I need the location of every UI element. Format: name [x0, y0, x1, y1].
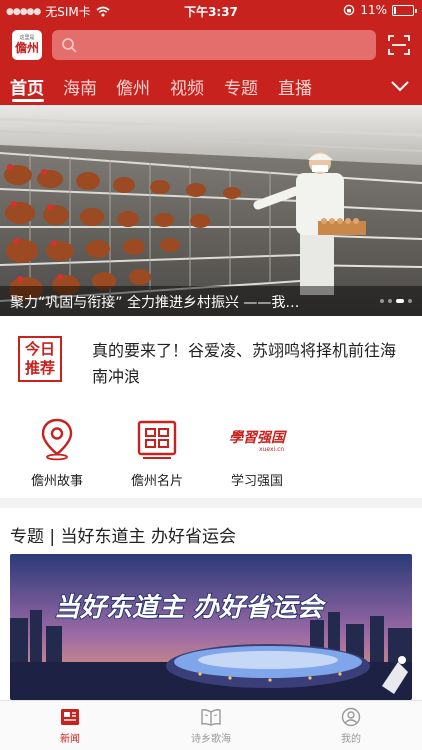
bottom-nav: 新闻 诗乡歌海 我的 [0, 700, 422, 750]
tab-home[interactable]: 首页 [10, 74, 44, 99]
section-divider [0, 498, 422, 508]
pager-dot[interactable] [408, 299, 412, 303]
tab-topics[interactable]: 专题 [224, 74, 258, 99]
banner-pager [380, 299, 412, 303]
pager-dot[interactable] [380, 299, 384, 303]
profile-icon [341, 707, 361, 727]
pager-dot[interactable] [396, 299, 404, 303]
rotation-lock-icon [344, 4, 355, 16]
banner-carousel[interactable]: 聚力“巩固与衔接” 全力推进乡村振兴 ——我… [0, 105, 422, 316]
nav-profile[interactable]: 我的 [301, 707, 401, 745]
banner-caption-bar: 聚力“巩固与衔接” 全力推进乡村振兴 ——我… [0, 286, 422, 316]
open-book-icon [201, 709, 221, 726]
tab-live[interactable]: 直播 [278, 74, 312, 99]
topic-title[interactable]: 专题 | 当好东道主 办好省运会 [10, 522, 236, 547]
logo-big-text: 儋州 [14, 41, 39, 55]
tab-video[interactable]: 视频 [170, 74, 204, 99]
badge-line-1: 今日 [24, 340, 55, 358]
shortcut-label: 儋州故事 [30, 474, 83, 489]
xuexi-qiangguo-logo: 學習强国 xuexi.cn [229, 430, 287, 453]
nav-label: 新闻 [60, 734, 80, 745]
newspaper-icon [61, 709, 79, 725]
badge-line-2: 推荐 [24, 359, 55, 377]
shortcut-label: 学习强国 [230, 474, 283, 489]
active-tab-indicator [12, 99, 44, 102]
recommend-headline[interactable]: 真的要来了！谷爱凌、苏翊鸣将择机前往海南冲浪 [92, 338, 410, 390]
battery-icon [392, 4, 417, 16]
shortcut-danzhou-card[interactable]: 儋州名片 [112, 416, 202, 489]
search-icon [62, 38, 77, 53]
card-grid-icon [137, 420, 177, 459]
channel-tabs: 首页 海南 儋州 视频 专题 直播 [0, 70, 422, 104]
daily-recommend-badge: 今日 推荐 [18, 336, 62, 382]
topic-banner[interactable]: 当好东道主 办好省运会 [10, 554, 412, 700]
daily-recommend[interactable]: 今日 推荐 真的要来了！谷爱凌、苏翊鸣将择机前往海南冲浪 [0, 316, 422, 398]
battery-percent: 11% [360, 3, 387, 17]
svg-text:學習强国: 學習强国 [229, 430, 287, 446]
nav-label: 我的 [341, 734, 361, 745]
shortcut-grid: 儋州故事 儋州名片 學習强国 xuexi.cn 学习强国 [0, 398, 422, 498]
shortcut-label: 儋州名片 [130, 474, 183, 489]
tab-hainan[interactable]: 海南 [63, 74, 97, 99]
banner-image [0, 105, 422, 316]
scan-icon[interactable] [388, 34, 410, 56]
header: ●●●●● 无SIM卡 下午3:37 11% 这里是 儋州 首页 海南 儋州 视… [0, 0, 422, 105]
app-logo[interactable]: 这里是 儋州 [12, 30, 42, 60]
status-right: 11% [343, 3, 417, 17]
app-screen: ●●●●● 无SIM卡 下午3:37 11% 这里是 儋州 首页 海南 儋州 视… [0, 0, 422, 750]
shortcut-xuexi-qiangguo[interactable]: 學習强国 xuexi.cn 学习强国 [212, 416, 302, 489]
shortcut-danzhou-story[interactable]: 儋州故事 [12, 416, 102, 489]
nav-label: 诗乡歌海 [191, 734, 231, 745]
topic-banner-text: 当好东道主 办好省运会 [54, 593, 327, 623]
status-bar: ●●●●● 无SIM卡 下午3:37 11% [0, 0, 422, 22]
tab-danzhou[interactable]: 儋州 [116, 74, 150, 99]
nav-news[interactable]: 新闻 [20, 707, 120, 745]
search-input[interactable] [52, 30, 376, 60]
map-pin-icon [41, 418, 73, 461]
svg-text:xuexi.cn: xuexi.cn [259, 446, 284, 453]
topic-banner-image: 当好东道主 办好省运会 [10, 554, 412, 700]
banner-caption: 聚力“巩固与衔接” 全力推进乡村振兴 ——我… [10, 295, 300, 311]
topic-section: 专题 | 当好东道主 办好省运会 当好东道主 办好省运会 [0, 508, 422, 700]
pager-dot[interactable] [388, 299, 392, 303]
chevron-down-icon[interactable] [390, 78, 410, 94]
nav-poetry[interactable]: 诗乡歌海 [161, 707, 261, 745]
battery-level [394, 6, 396, 14]
